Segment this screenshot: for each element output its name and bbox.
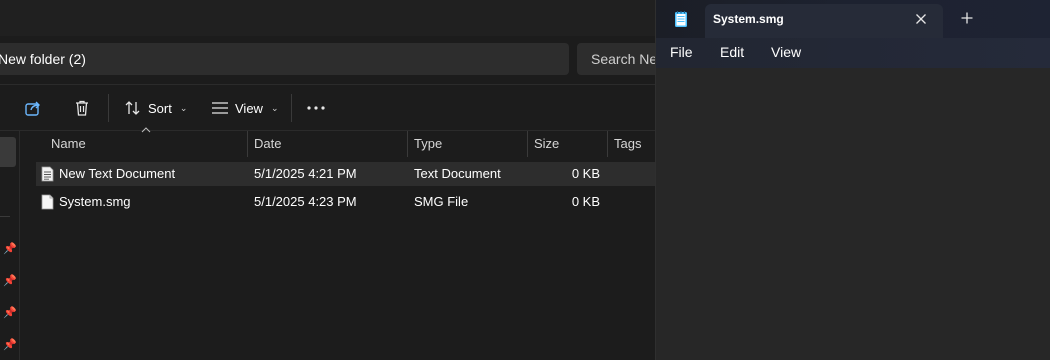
- new-tab-button[interactable]: [960, 11, 974, 30]
- menu-file[interactable]: File: [670, 38, 693, 68]
- column-header-type[interactable]: Type: [408, 131, 527, 157]
- more-options-button[interactable]: [306, 92, 326, 124]
- tab-title: System.smg: [713, 12, 784, 26]
- file-row[interactable]: New Text Document 5/1/2025 4:21 PM Text …: [36, 162, 656, 186]
- column-header-size[interactable]: Size: [528, 131, 607, 157]
- pin-icon: 📌: [3, 275, 17, 287]
- file-icon: [41, 194, 54, 213]
- plus-icon: [961, 12, 973, 24]
- file-name: New Text Document: [59, 166, 176, 181]
- address-bar[interactable]: New folder (2): [0, 43, 569, 75]
- text-editor-area[interactable]: [656, 68, 1050, 360]
- column-header-name[interactable]: Name: [45, 131, 247, 157]
- view-button[interactable]: View ⌄: [211, 92, 279, 124]
- sort-icon: [124, 100, 142, 116]
- pin-icon: 📌: [3, 243, 17, 255]
- close-icon[interactable]: [913, 11, 929, 27]
- toolbar-separator: [291, 94, 292, 122]
- text-document-icon: [41, 166, 54, 185]
- menu-bar: File Edit View: [656, 38, 1050, 68]
- menu-view[interactable]: View: [771, 38, 801, 68]
- menu-edit[interactable]: Edit: [720, 38, 744, 68]
- search-input[interactable]: Search New folder (2): [577, 43, 656, 75]
- notepad-window: System.smg File Edit View: [655, 0, 1050, 360]
- file-name: System.smg: [59, 194, 131, 209]
- sort-label: Sort: [148, 100, 172, 116]
- explorer-title-bar: [0, 0, 656, 36]
- trash-icon: [73, 99, 91, 117]
- view-icon: [211, 101, 229, 115]
- share-icon: [24, 99, 42, 117]
- file-row[interactable]: System.smg 5/1/2025 4:23 PM SMG File 0 K…: [36, 190, 656, 214]
- delete-button[interactable]: [73, 92, 91, 124]
- file-size: 0 KB: [571, 194, 600, 209]
- file-type: SMG File: [414, 194, 469, 209]
- address-path: New folder (2): [0, 51, 86, 67]
- divider: [0, 84, 656, 85]
- file-type: Text Document: [414, 166, 501, 181]
- nav-selected-item[interactable]: [0, 137, 16, 167]
- more-icon: [306, 105, 326, 111]
- chevron-down-icon: ⌄: [179, 102, 188, 113]
- column-header-tags[interactable]: Tags: [608, 131, 656, 157]
- file-explorer-window: New folder (2) Search New folder (2): [0, 0, 656, 360]
- search-placeholder: Search New folder (2): [591, 51, 656, 67]
- view-label: View: [235, 100, 263, 116]
- column-header-date[interactable]: Date: [248, 131, 407, 157]
- notepad-app-icon: [674, 10, 688, 33]
- sort-button[interactable]: Sort ⌄: [124, 92, 187, 124]
- file-date: 5/1/2025 4:23 PM: [254, 194, 357, 209]
- pin-icon: 📌: [3, 339, 17, 351]
- file-date: 5/1/2025 4:21 PM: [254, 166, 357, 181]
- toolbar-separator: [108, 94, 109, 122]
- chevron-down-icon: ⌄: [270, 102, 279, 113]
- file-size: 0 KB: [571, 166, 600, 181]
- nav-divider: [0, 216, 10, 217]
- share-button[interactable]: [24, 92, 42, 124]
- tab-system-smg[interactable]: System.smg: [705, 4, 943, 38]
- pin-icon: 📌: [3, 307, 17, 319]
